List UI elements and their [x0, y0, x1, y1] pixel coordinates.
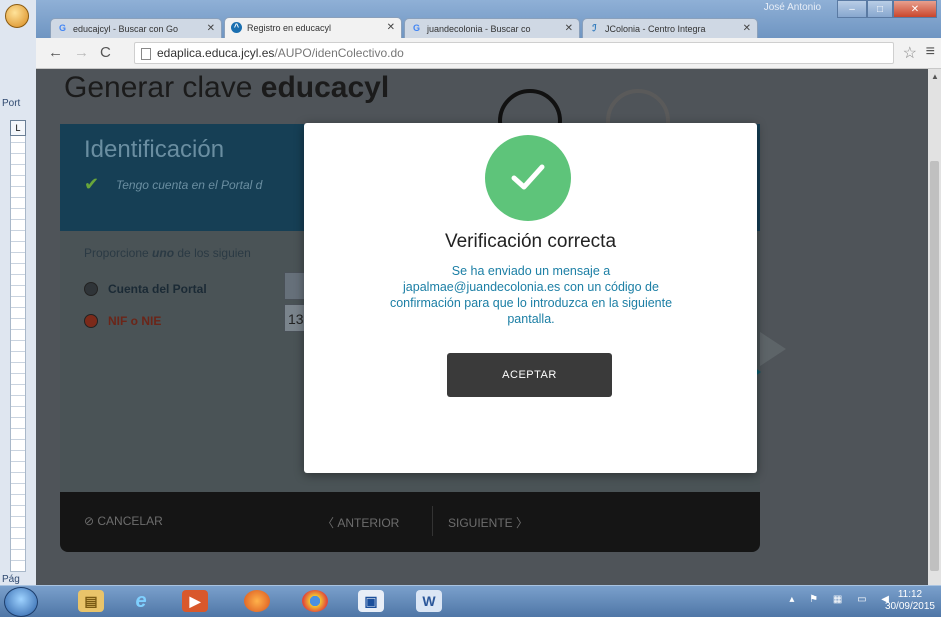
success-check-icon	[485, 135, 571, 221]
provide-instruction: Proporcione uno de los siguien	[84, 246, 251, 260]
page-viewport: Generar clave educacyl Identificación ✔ …	[36, 69, 928, 585]
start-button[interactable]	[4, 587, 38, 617]
back-icon[interactable]: ←	[48, 44, 63, 61]
reload-icon[interactable]: C	[100, 44, 111, 61]
url-host: edaplica.educa.jcyl.es	[157, 46, 275, 60]
accept-button[interactable]: ACEPTAR	[447, 353, 612, 397]
card-footer: ⊘ CANCELAR 〈 ANTERIOR SIGUIENTE 〉	[60, 492, 760, 552]
word-icon[interactable]: W	[416, 590, 442, 612]
google-icon: G	[58, 23, 66, 33]
footer-divider	[432, 506, 433, 536]
tab-juandecolonia-search[interactable]: G juandecolonia - Buscar co ✕	[404, 18, 580, 38]
tab-registro-educacyl[interactable]: ^ Registro en educacyl ✕	[224, 17, 402, 39]
taskbar: ▤ e ▶ ▣ W ▴ ⚑ ▦ ▭ ◀ 11:12 30/09/2015	[0, 585, 941, 617]
close-window-button[interactable]: ✕	[893, 0, 937, 18]
google-icon: G	[412, 23, 420, 33]
page-title: Generar clave educacyl	[64, 71, 390, 104]
tab-label: educajcyl - Buscar con Go	[73, 24, 179, 34]
firefox-icon[interactable]	[244, 590, 270, 612]
media-player-icon[interactable]: ▶	[182, 590, 208, 612]
chrome-icon[interactable]	[302, 590, 328, 612]
option-label-portal: Cuenta del Portal	[108, 282, 207, 296]
modal-title: Verificación correcta	[444, 231, 617, 252]
url-path: /AUPO/idenColectivo.do	[274, 46, 404, 60]
word-app-icon[interactable]	[5, 4, 29, 28]
close-icon[interactable]: ✕	[207, 19, 215, 38]
verification-modal: Verificación correcta Se ha enviado un m…	[304, 123, 757, 473]
profile-name[interactable]: José Antonio	[764, 2, 821, 13]
tab-bar: G educajcyl - Buscar con Go ✕ ^ Registro…	[36, 0, 941, 39]
address-bar[interactable]: edaplica.educa.jcyl.es/AUPO/idenColectiv…	[134, 42, 894, 64]
jcolonia-icon: ℐ	[592, 23, 597, 33]
scroll-up-icon[interactable]: ▲	[931, 72, 939, 81]
tab-label: JColonia - Centro Integra	[605, 24, 706, 34]
word-side-label: Port	[2, 98, 21, 109]
educacyl-icon: ^	[231, 22, 242, 33]
option-label-nif: NIF o NIE	[108, 314, 162, 328]
next-button[interactable]: SIGUIENTE 〉	[448, 514, 528, 531]
ruler-tab-selector[interactable]: L	[10, 120, 26, 136]
browser-window: G educajcyl - Buscar con Go ✕ ^ Registro…	[36, 0, 941, 585]
tab-label: Registro en educacyl	[247, 23, 332, 33]
close-icon[interactable]: ✕	[743, 19, 751, 38]
browser-toolbar: ← → C edaplica.educa.jcyl.es/AUPO/idenCo…	[36, 38, 941, 69]
tab-label: juandecolonia - Buscar co	[427, 24, 531, 34]
tab-educajcyl-search[interactable]: G educajcyl - Buscar con Go ✕	[50, 18, 222, 38]
tab-jcolonia[interactable]: ℐ JColonia - Centro Integra ✕	[582, 18, 758, 38]
clock[interactable]: 11:12 30/09/2015	[885, 589, 935, 613]
minimize-button[interactable]: –	[837, 0, 867, 18]
menu-icon[interactable]: ≡	[926, 43, 935, 61]
close-icon[interactable]: ✕	[565, 19, 573, 38]
radio-portal-account[interactable]	[84, 282, 98, 296]
cancel-button[interactable]: ⊘ CANCELAR	[84, 514, 163, 528]
word-side-panel: Port L Pág	[0, 0, 37, 585]
internet-explorer-icon[interactable]: e	[128, 590, 154, 612]
has-account-text: Tengo cuenta en el Portal d	[116, 178, 263, 192]
maximize-button[interactable]: □	[867, 0, 893, 18]
radio-nif-nie[interactable]	[84, 314, 98, 328]
word-page-label: Pág	[2, 574, 20, 585]
save-disk-icon[interactable]: ▣	[358, 590, 384, 612]
page-scrollbar[interactable]: ▲	[928, 69, 941, 585]
modal-message: Se ha enviado un mensaje a japalmae@juan…	[389, 264, 673, 326]
forward-icon[interactable]: →	[74, 44, 89, 61]
vertical-ruler	[10, 120, 26, 572]
file-explorer-icon[interactable]: ▤	[78, 590, 104, 612]
scroll-thumb[interactable]	[930, 161, 939, 571]
system-tray-icons[interactable]: ▴ ⚑ ▦ ▭ ◀	[789, 594, 895, 605]
check-icon: ✔	[84, 174, 100, 194]
section-title: Identificación	[84, 136, 225, 163]
close-icon[interactable]: ✕	[387, 18, 395, 38]
page-icon	[141, 48, 151, 60]
bookmark-star-icon[interactable]: ☆	[903, 43, 917, 63]
previous-button[interactable]: 〈 ANTERIOR	[322, 514, 399, 531]
